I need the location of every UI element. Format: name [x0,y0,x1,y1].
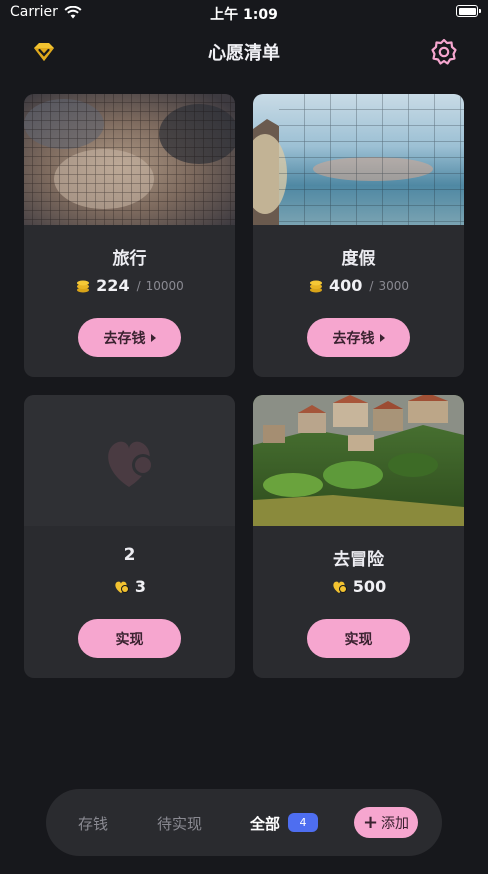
tab-save[interactable]: 存钱 [78,813,108,834]
go-save-button[interactable]: 去存钱 [307,318,410,357]
all-count-badge: 4 [288,813,318,832]
realize-label: 实现 [115,631,144,648]
wish-card[interactable]: 旅行 224 / 10000 去存钱 [24,94,235,377]
wish-amount: 224 / 10000 [24,276,235,295]
saved-amount: 400 [329,276,363,295]
heart-coin-icon [115,581,129,593]
realize-button[interactable]: 实现 [307,619,410,658]
wish-card[interactable]: 2 3 实现 [24,395,235,678]
heart-placeholder-icon [108,441,154,487]
bottom-tab-bar: 存钱 待实现 全部 4 + 添加 [46,789,442,856]
wish-title: 度假 [341,249,376,269]
coin-stack-icon [77,280,90,292]
goal-amount: 3000 [378,278,409,293]
goal-amount: 10000 [145,278,184,293]
play-arrow-icon [379,333,385,342]
status-bar: Carrier 上午 1:09 [0,0,488,26]
heart-coin-icon [333,581,347,593]
amount-separator: / [136,278,141,293]
page-title: 心愿清单 [208,43,280,64]
plus-icon: + [362,811,379,833]
tab-pending[interactable]: 待实现 [157,813,202,834]
amount-separator: / [369,278,374,293]
coin-stack-icon [310,280,322,292]
go-save-button[interactable]: 去存钱 [78,318,181,357]
wish-count: 3 [134,577,147,596]
nav-bar: 心愿清单 [0,30,488,74]
go-save-label: 去存钱 [332,330,375,347]
wish-photo [253,395,464,526]
wish-card[interactable]: 度假 400 / 3000 去存钱 [253,94,464,377]
realize-label: 实现 [344,631,373,648]
wish-photo [253,94,464,225]
wish-title: 去冒险 [333,550,384,570]
wish-cost: 500 [352,577,387,596]
wish-amount: 400 / 3000 [253,276,464,295]
realize-button[interactable]: 实现 [78,619,181,658]
wish-title: 2 [123,545,136,565]
settings-gear-icon[interactable] [428,36,460,68]
battery-icon [456,5,481,17]
wish-amount: 500 [253,577,464,596]
wish-amount: 3 [24,577,235,596]
wish-photo-placeholder [24,395,235,526]
go-save-label: 去存钱 [103,330,146,347]
saved-amount: 224 [96,276,130,295]
wish-title: 旅行 [112,249,147,269]
add-wish-button[interactable]: + 添加 [354,807,418,838]
status-time: 上午 1:09 [210,7,278,23]
wish-card[interactable]: 去冒险 500 实现 [253,395,464,678]
wish-photo [24,94,235,225]
tab-all[interactable]: 全部 [250,813,280,834]
add-label: 添加 [381,815,410,832]
play-arrow-icon [150,333,156,342]
